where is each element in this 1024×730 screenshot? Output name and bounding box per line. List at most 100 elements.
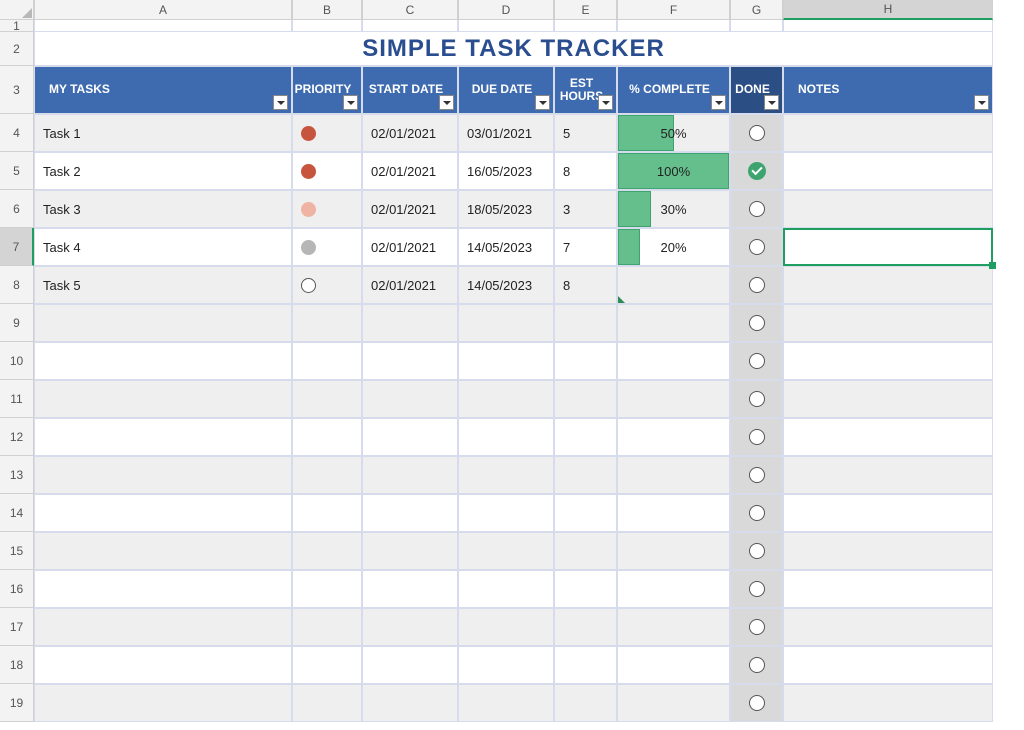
notes-cell[interactable] [783,418,993,456]
pct-complete-cell[interactable] [617,456,730,494]
done-cell[interactable] [730,266,783,304]
start-date-cell[interactable] [362,570,458,608]
task-name-cell[interactable] [34,380,292,418]
task-name-cell[interactable] [34,608,292,646]
notes-cell[interactable] [783,494,993,532]
priority-cell[interactable] [292,684,362,722]
est-hours-cell[interactable] [554,646,617,684]
notes-cell[interactable] [783,152,993,190]
start-date-cell[interactable] [362,684,458,722]
done-cell[interactable] [730,114,783,152]
done-cell[interactable] [730,684,783,722]
est-hours-cell[interactable] [554,456,617,494]
est-hours-cell[interactable]: 8 [554,152,617,190]
est-hours-cell[interactable] [554,532,617,570]
task-name-cell[interactable]: Task 1 [34,114,292,152]
filter-button-priority[interactable] [343,95,358,110]
due-date-cell[interactable] [458,570,554,608]
task-name-cell[interactable]: Task 3 [34,190,292,228]
priority-cell[interactable] [292,380,362,418]
priority-cell[interactable] [292,228,362,266]
notes-cell[interactable] [783,342,993,380]
priority-cell[interactable] [292,114,362,152]
cell-empty-top[interactable] [783,20,993,32]
cell-empty-top[interactable] [34,20,292,32]
est-hours-cell[interactable] [554,684,617,722]
row-header-16[interactable]: 16 [0,570,34,608]
pct-complete-cell[interactable] [617,304,730,342]
pct-complete-cell[interactable]: 50% [617,114,730,152]
row-header-11[interactable]: 11 [0,380,34,418]
row-header-12[interactable]: 12 [0,418,34,456]
start-date-cell[interactable] [362,418,458,456]
done-cell[interactable] [730,456,783,494]
done-cell[interactable] [730,608,783,646]
notes-cell[interactable] [783,190,993,228]
priority-cell[interactable] [292,494,362,532]
task-name-cell[interactable] [34,646,292,684]
row-header-4[interactable]: 4 [0,114,34,152]
due-date-cell[interactable] [458,304,554,342]
row-header-1[interactable]: 1 [0,20,34,32]
filter-button-notes[interactable] [974,95,989,110]
due-date-cell[interactable] [458,684,554,722]
priority-cell[interactable] [292,532,362,570]
notes-cell[interactable] [783,532,993,570]
task-name-cell[interactable] [34,532,292,570]
start-date-cell[interactable] [362,342,458,380]
est-hours-cell[interactable] [554,608,617,646]
due-date-cell[interactable] [458,608,554,646]
priority-cell[interactable] [292,304,362,342]
row-header-17[interactable]: 17 [0,608,34,646]
row-header-10[interactable]: 10 [0,342,34,380]
filter-button-est[interactable] [598,95,613,110]
start-date-cell[interactable] [362,646,458,684]
pct-complete-cell[interactable] [617,266,730,304]
pct-complete-cell[interactable] [617,608,730,646]
row-header-13[interactable]: 13 [0,456,34,494]
due-date-cell[interactable] [458,456,554,494]
task-name-cell[interactable] [34,418,292,456]
due-date-cell[interactable] [458,532,554,570]
pct-complete-cell[interactable] [617,418,730,456]
column-header-B[interactable]: B [292,0,362,20]
notes-cell[interactable] [783,266,993,304]
notes-cell[interactable] [783,646,993,684]
row-header-15[interactable]: 15 [0,532,34,570]
priority-cell[interactable] [292,342,362,380]
est-hours-cell[interactable] [554,494,617,532]
task-name-cell[interactable] [34,494,292,532]
cell-empty-top[interactable] [458,20,554,32]
due-date-cell[interactable]: 14/05/2023 [458,266,554,304]
row-header-6[interactable]: 6 [0,190,34,228]
start-date-cell[interactable] [362,532,458,570]
start-date-cell[interactable] [362,304,458,342]
task-name-cell[interactable]: Task 5 [34,266,292,304]
priority-cell[interactable] [292,646,362,684]
row-header-7[interactable]: 7 [0,228,34,266]
column-header-H[interactable]: H [783,0,993,20]
pct-complete-cell[interactable]: 30% [617,190,730,228]
column-header-C[interactable]: C [362,0,458,20]
cell-empty-top[interactable] [617,20,730,32]
notes-cell[interactable] [783,380,993,418]
fill-handle[interactable] [989,262,996,269]
filter-button-start[interactable] [439,95,454,110]
filter-button-tasks[interactable] [273,95,288,110]
start-date-cell[interactable] [362,380,458,418]
pct-complete-cell[interactable] [617,532,730,570]
due-date-cell[interactable]: 18/05/2023 [458,190,554,228]
done-cell[interactable] [730,380,783,418]
est-hours-cell[interactable] [554,380,617,418]
start-date-cell[interactable]: 02/01/2021 [362,114,458,152]
start-date-cell[interactable]: 02/01/2021 [362,266,458,304]
priority-cell[interactable] [292,418,362,456]
priority-cell[interactable] [292,570,362,608]
done-cell[interactable] [730,646,783,684]
priority-cell[interactable] [292,190,362,228]
done-cell[interactable] [730,304,783,342]
due-date-cell[interactable]: 16/05/2023 [458,152,554,190]
row-header-9[interactable]: 9 [0,304,34,342]
row-header-5[interactable]: 5 [0,152,34,190]
done-cell[interactable] [730,532,783,570]
